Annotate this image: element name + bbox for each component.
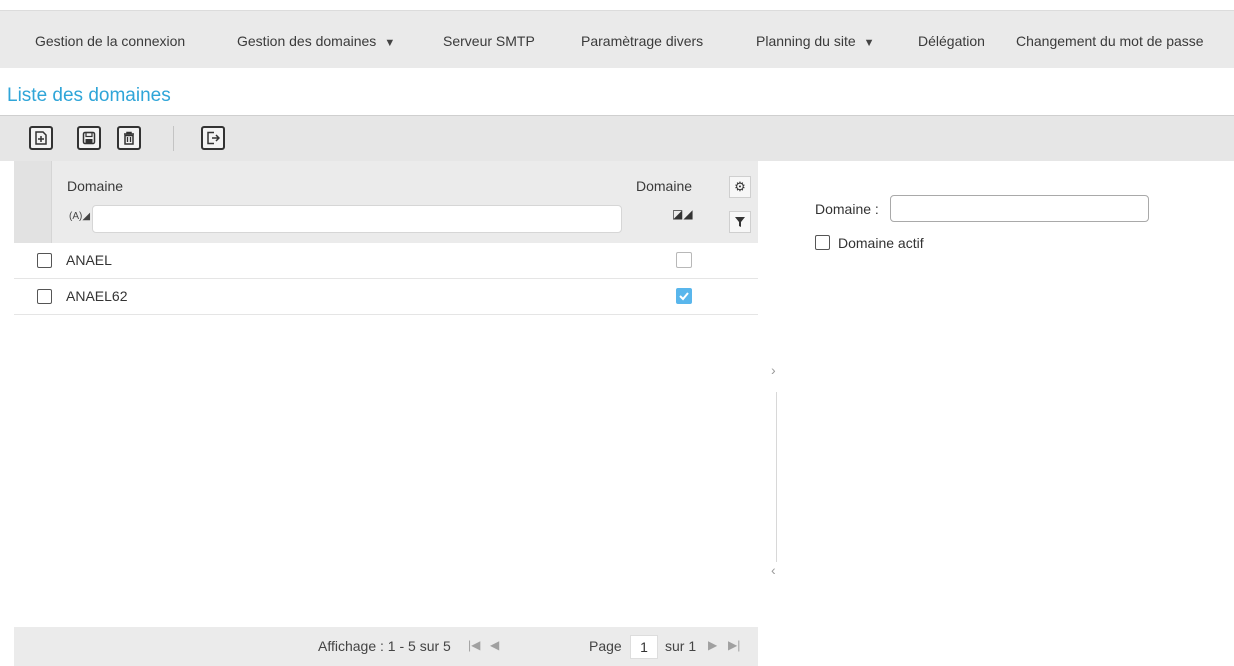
next-page-icon[interactable]: ▶ — [708, 638, 717, 652]
table-row[interactable]: ANAEL62 — [14, 279, 758, 315]
expand-right-icon[interactable]: › — [771, 362, 776, 378]
menu-item-label: Gestion de la connexion — [35, 33, 186, 49]
filter-mode-icon[interactable]: ◪◢ — [672, 207, 693, 221]
domain-filter-input[interactable] — [92, 205, 622, 233]
domains-grid: Domaine (A)◢ Domaine ◪◢ ⚙ ANAEL ANAEL62 — [14, 161, 758, 666]
main-menu-bar: Gestion de la connexion Gestion des doma… — [0, 10, 1234, 68]
domain-active-label: Domaine actif — [838, 235, 924, 251]
row-select-checkbox[interactable] — [37, 289, 52, 304]
toolbar-separator — [173, 126, 174, 151]
menu-item-gestion-domaines[interactable]: Gestion des domaines ▼ — [237, 33, 395, 49]
pager-page-label: Page — [589, 638, 622, 654]
grid-header: Domaine (A)◢ Domaine ◪◢ ⚙ — [14, 161, 758, 243]
menu-item-label: Changement du mot de passe — [1016, 33, 1204, 49]
save-icon — [82, 131, 96, 145]
toolbar — [0, 115, 1234, 161]
filter-mode-label: (A) — [69, 211, 83, 222]
filter-mode-tag[interactable]: (A)◢ — [69, 211, 90, 222]
top-spacer — [0, 0, 1234, 10]
panel-splitter[interactable]: › ‹ — [771, 362, 783, 582]
grid-pager: Affichage : 1 - 5 sur 5 |◀ ◀ Page 1 sur … — [14, 627, 758, 666]
checkmark-icon — [679, 292, 689, 301]
caret-down-icon: ▼ — [384, 37, 396, 49]
domain-name-cell: ANAEL — [66, 252, 112, 268]
menu-item-label: Gestion des domaines — [237, 33, 377, 49]
funnel-icon — [735, 217, 745, 227]
menu-item-changement-mot-de-passe[interactable]: Changement du mot de passe — [1016, 33, 1204, 49]
grid-filter-button[interactable] — [729, 211, 751, 233]
first-page-icon[interactable]: |◀ — [468, 638, 480, 652]
domain-active-checkbox[interactable] — [676, 288, 692, 304]
exit-button[interactable] — [201, 126, 225, 150]
domain-name-cell: ANAEL62 — [66, 288, 128, 304]
save-button[interactable] — [77, 126, 101, 150]
domain-field[interactable] — [890, 195, 1149, 222]
domain-active-checkbox[interactable] — [676, 252, 692, 268]
prev-page-icon[interactable]: ◀ — [490, 638, 499, 652]
domain-field-label: Domaine : — [815, 201, 879, 217]
new-button[interactable] — [29, 126, 53, 150]
pager-info: Affichage : 1 - 5 sur 5 — [318, 638, 451, 654]
new-icon — [35, 131, 47, 145]
domain-active-form-checkbox[interactable] — [815, 235, 830, 250]
table-row[interactable]: ANAEL — [14, 243, 758, 279]
menu-item-label: Planning du site — [756, 33, 856, 49]
collapse-left-icon[interactable]: ‹ — [771, 562, 776, 578]
menu-item-label: Délégation — [918, 33, 985, 49]
pager-total: sur 1 — [665, 638, 697, 654]
grid-header-gutter — [14, 161, 52, 243]
gear-icon: ⚙ — [734, 179, 746, 194]
menu-item-label: Paramètrage divers — [581, 33, 704, 49]
menu-item-planning-site[interactable]: Planning du site ▼ — [756, 33, 875, 49]
menu-item-gestion-connexion[interactable]: Gestion de la connexion — [35, 33, 185, 49]
exit-icon — [207, 131, 220, 145]
delete-button[interactable] — [117, 126, 141, 150]
menu-item-label: Serveur SMTP — [443, 33, 535, 49]
delete-icon — [124, 131, 134, 145]
splitter-line — [776, 392, 777, 562]
menu-item-delegation[interactable]: Délégation — [918, 33, 985, 49]
grid-settings-button[interactable]: ⚙ — [729, 176, 751, 198]
menu-item-parametrage-divers[interactable]: Paramètrage divers — [581, 33, 703, 49]
caret-down-icon: ▼ — [863, 37, 875, 49]
column-header-domaine-actif[interactable]: Domaine — [636, 178, 692, 194]
row-select-checkbox[interactable] — [37, 253, 52, 268]
page-title: Liste des domaines — [7, 85, 171, 106]
column-header-domaine[interactable]: Domaine — [67, 178, 123, 194]
last-page-icon[interactable]: ▶| — [728, 638, 740, 652]
menu-item-serveur-smtp[interactable]: Serveur SMTP — [443, 33, 535, 49]
page-number-input[interactable]: 1 — [630, 635, 658, 659]
